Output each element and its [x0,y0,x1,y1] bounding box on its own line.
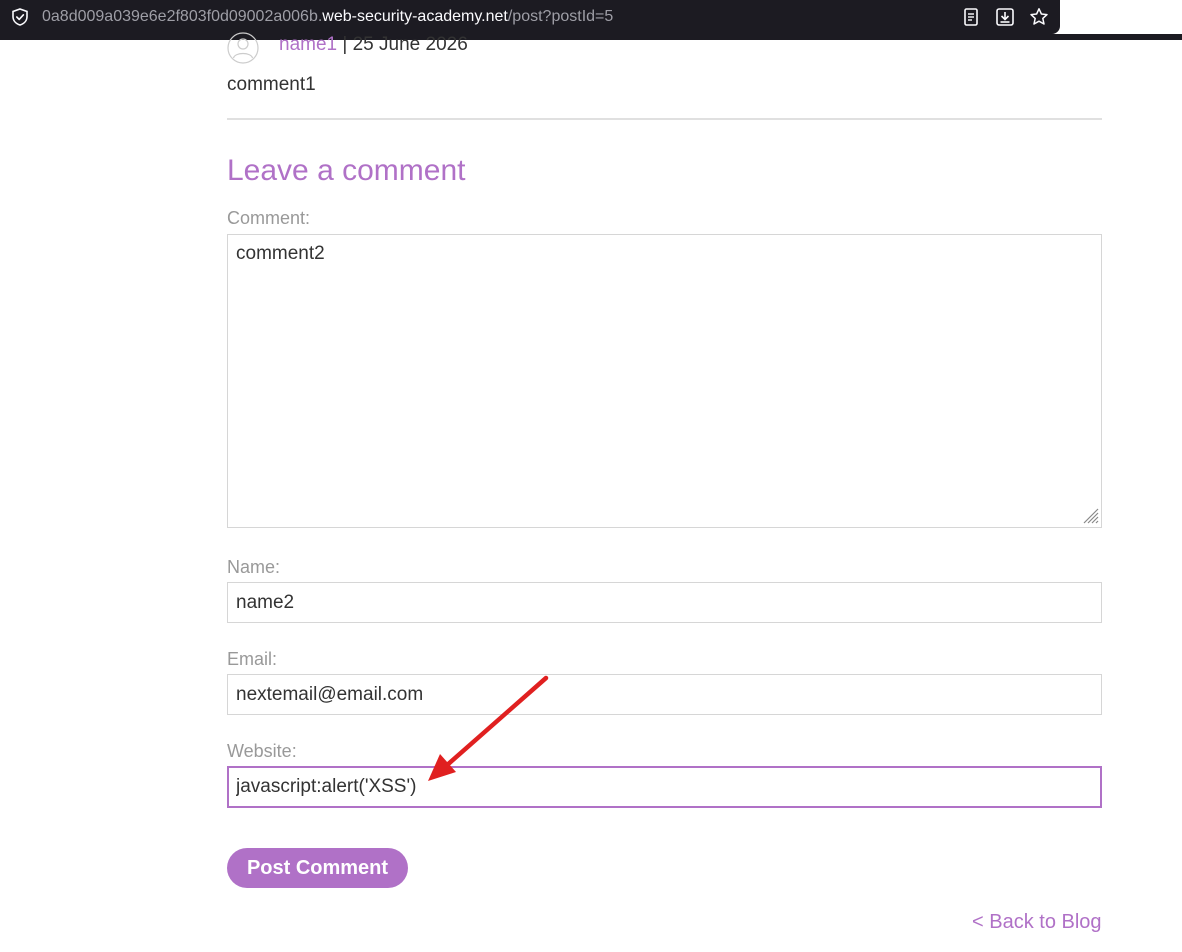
comment-meta-separator: | [337,34,353,55]
website-input[interactable] [227,766,1102,808]
section-divider [227,118,1102,120]
url-bar[interactable]: 0a8d009a039e6e2f803f0d09002a006b.web-sec… [0,0,1060,34]
leave-comment-title: Leave a comment [227,154,466,187]
star-icon[interactable] [1028,6,1050,28]
download-icon[interactable] [994,6,1016,28]
user-avatar-icon [227,32,259,64]
url-text[interactable]: 0a8d009a039e6e2f803f0d09002a006b.web-sec… [42,8,613,26]
url-prefix: 0a8d009a039e6e2f803f0d09002a006b. [42,8,323,25]
name-input[interactable] [227,582,1102,623]
post-comment-button[interactable]: Post Comment [227,848,408,888]
back-to-blog-link[interactable]: < Back to Blog [972,911,1102,934]
url-host: web-security-academy.net [322,8,508,25]
comment-textarea[interactable]: comment2 [227,234,1102,528]
comment-date: 25 June 2026 [352,34,468,55]
comment-label: Comment: [227,208,311,228]
comment-author-link[interactable]: name1 [279,34,337,55]
previous-comment: name1 | 25 June 2026 comment1 [227,30,1102,120]
resize-grip-icon[interactable] [1081,506,1099,524]
comment-meta: name1 | 25 June 2026 [279,34,468,56]
website-label: Website: [227,741,297,761]
name-label: Name: [227,557,281,577]
comment-body: comment1 [227,74,316,95]
email-input[interactable] [227,674,1102,715]
reader-view-icon[interactable] [960,6,982,28]
email-label: Email: [227,649,278,669]
url-path: /post?postId=5 [507,8,614,25]
shield-check-icon[interactable] [10,7,30,27]
